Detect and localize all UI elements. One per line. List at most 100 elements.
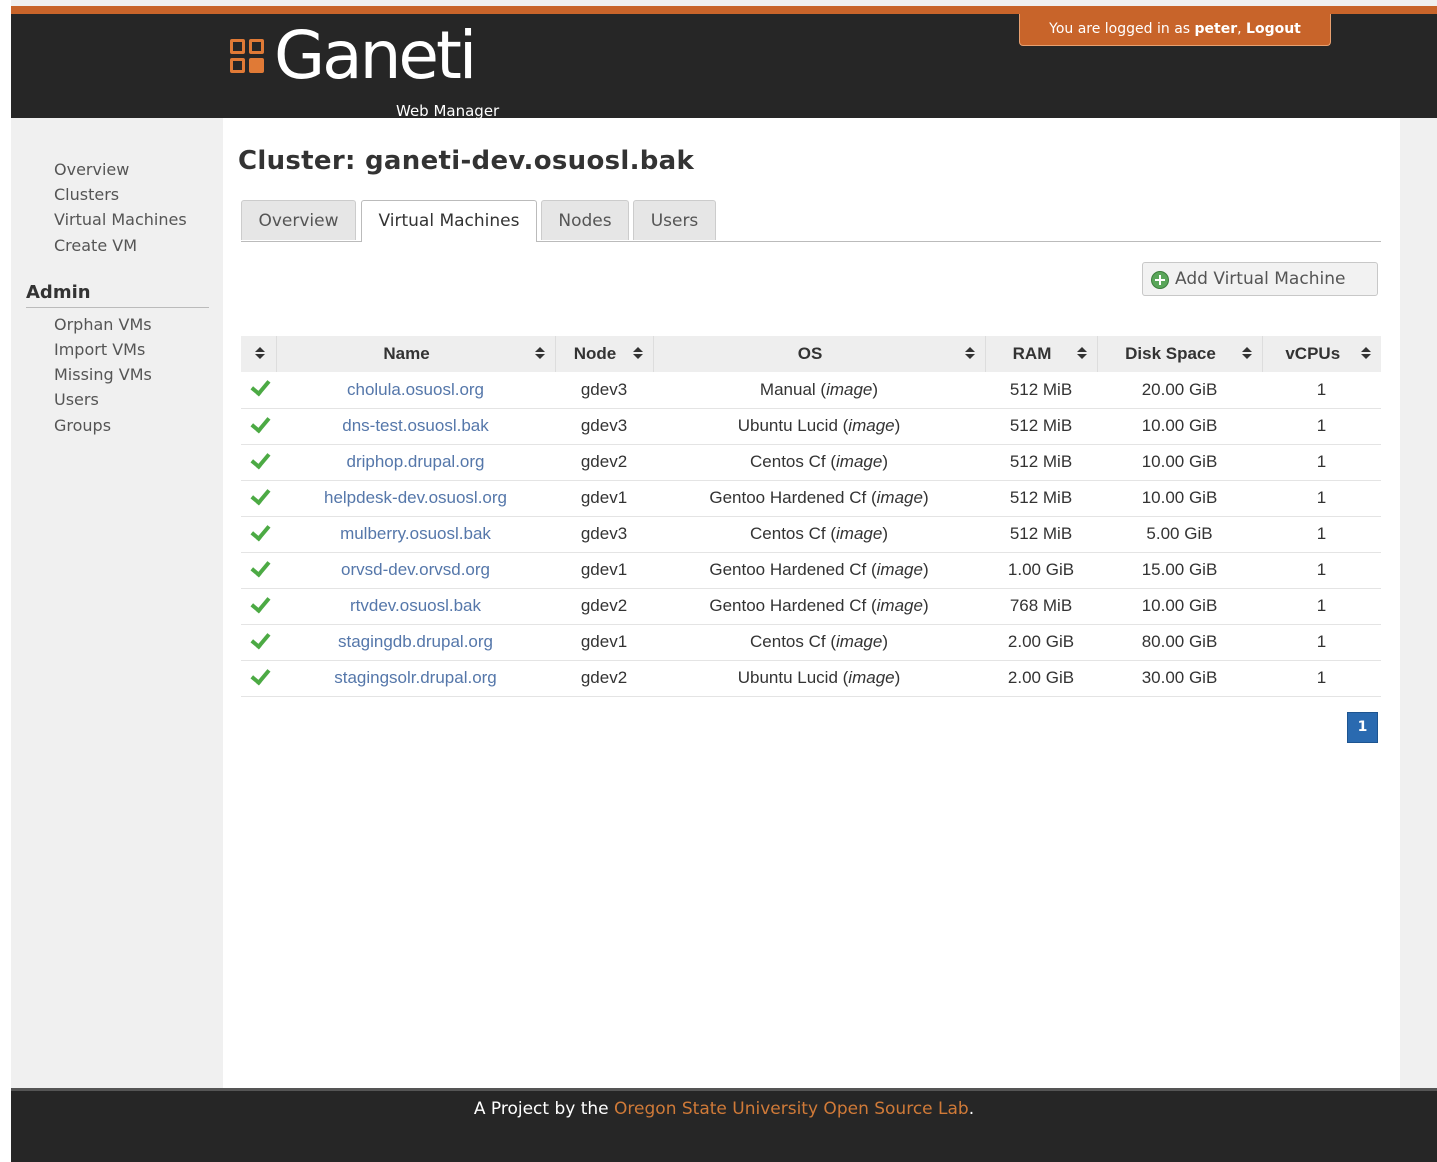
header-disk-space[interactable]: Disk Space: [1096, 336, 1262, 372]
vm-ram-cell: 512 MiB: [985, 408, 1097, 445]
add-virtual-machine-button[interactable]: Add Virtual Machine: [1142, 262, 1378, 296]
app-frame: Ganeti Web Manager You are logged in as …: [11, 0, 1437, 1162]
vm-os-cell: Gentoo Hardened Cf (image): [653, 552, 985, 589]
vm-name-cell: stagingsolr.drupal.org: [276, 660, 555, 697]
vm-os-type: image: [848, 668, 895, 687]
table-row: helpdesk-dev.osuosl.org gdev1 Gentoo Harde…: [241, 480, 1381, 517]
header-name[interactable]: Name: [275, 336, 555, 372]
table-row: dns-test.osuosl.bak gdev3 Ubuntu Lucid (im…: [241, 408, 1381, 445]
sidebar-item-users[interactable]: Users: [54, 390, 99, 409]
sidebar-item-orphan-vms[interactable]: Orphan VMs: [54, 315, 152, 334]
header-status[interactable]: [241, 336, 276, 372]
vm-os-name: Gentoo Hardened Cf: [709, 560, 867, 579]
running-check-icon: [249, 559, 269, 577]
vm-ram-cell: 512 MiB: [985, 444, 1097, 481]
tab-bar: Overview Virtual Machines Nodes Users: [241, 200, 1381, 242]
vm-name-cell: stagingdb.drupal.org: [276, 624, 555, 661]
pagination-current-page[interactable]: 1: [1347, 712, 1378, 743]
table-row: mulberry.osuosl.bak gdev3 Centos Cf (image…: [241, 516, 1381, 553]
vm-name-link[interactable]: helpdesk-dev.osuosl.org: [324, 488, 507, 507]
running-check-icon: [249, 595, 269, 613]
sidebar-item-create-vm[interactable]: Create VM: [54, 236, 137, 255]
header-node[interactable]: Node: [554, 336, 653, 372]
table-row: stagingdb.drupal.org gdev1 Centos Cf (imag…: [241, 624, 1381, 661]
vm-ram-cell: 512 MiB: [985, 480, 1097, 517]
status-cell: [241, 552, 276, 589]
vm-os-type: image: [876, 560, 923, 579]
vm-name-cell: dns-test.osuosl.bak: [276, 408, 555, 445]
vm-name-link[interactable]: dns-test.osuosl.bak: [342, 416, 488, 435]
admin-divider: [26, 307, 209, 308]
sidebar-item-import-vms[interactable]: Import VMs: [54, 340, 145, 359]
vm-node-cell: gdev2: [555, 588, 653, 625]
vm-os-name: Gentoo Hardened Cf: [709, 488, 867, 507]
tab-nodes[interactable]: Nodes: [541, 200, 629, 240]
footer-text: A Project by the Oregon State University…: [11, 1099, 1437, 1119]
sidebar-item-overview[interactable]: Overview: [54, 160, 129, 179]
status-cell: [241, 660, 276, 697]
vm-vcpus-cell: 1: [1262, 480, 1381, 517]
vm-os-cell: Gentoo Hardened Cf (image): [653, 480, 985, 517]
table-row: driphop.drupal.org gdev2 Centos Cf (image)…: [241, 444, 1381, 481]
vm-os-type: image: [836, 452, 883, 471]
sort-icon: [1076, 347, 1087, 361]
ganeti-logo[interactable]: Ganeti Web Manager: [230, 17, 520, 120]
header-ram[interactable]: RAM: [984, 336, 1097, 372]
sidebar-item-clusters[interactable]: Clusters: [54, 185, 119, 204]
vm-name-link[interactable]: rtvdev.osuosl.bak: [350, 596, 481, 615]
vm-os-cell: Centos Cf (image): [653, 444, 985, 481]
vm-os-type: image: [836, 632, 883, 651]
vm-table: Name Node OS RAM Disk Space vCPUs cholul…: [241, 336, 1381, 697]
status-cell: [241, 516, 276, 553]
vm-node-cell: gdev1: [555, 552, 653, 589]
sort-icon: [534, 347, 545, 361]
footer: A Project by the Oregon State University…: [11, 1088, 1437, 1162]
vm-name-link[interactable]: stagingdb.drupal.org: [338, 632, 493, 651]
sidebar-item-missing-vms[interactable]: Missing VMs: [54, 365, 152, 384]
sort-icon: [255, 347, 265, 361]
vm-node-cell: gdev3: [555, 408, 653, 445]
tab-virtual-machines[interactable]: Virtual Machines: [361, 200, 537, 242]
vm-node-cell: gdev2: [555, 660, 653, 697]
main-content: Cluster: ganeti-dev.osuosl.bak Overview …: [223, 118, 1400, 1088]
sidebar-item-virtual-machines[interactable]: Virtual Machines: [54, 210, 187, 229]
vm-node-cell: gdev2: [555, 444, 653, 481]
vm-name-link[interactable]: driphop.drupal.org: [347, 452, 485, 471]
vm-name-link[interactable]: mulberry.osuosl.bak: [340, 524, 491, 543]
header-label: RAM: [1012, 344, 1052, 363]
vm-os-name: Centos Cf: [750, 524, 826, 543]
login-prefix: You are logged in as: [1049, 21, 1191, 37]
footer-suffix: .: [968, 1099, 975, 1119]
vm-os-name: Gentoo Hardened Cf: [709, 596, 867, 615]
status-cell: [241, 372, 276, 409]
header: Ganeti Web Manager You are logged in as …: [11, 14, 1437, 120]
sidebar-item-groups[interactable]: Groups: [54, 416, 111, 435]
footer-prefix: A Project by the: [473, 1099, 609, 1119]
osuosl-link[interactable]: Oregon State University Open Source Lab: [614, 1099, 969, 1119]
vm-name-link[interactable]: stagingsolr.drupal.org: [334, 668, 497, 687]
vm-node-cell: gdev3: [555, 372, 653, 409]
tab-users[interactable]: Users: [633, 200, 716, 240]
vm-name-link[interactable]: cholula.osuosl.org: [347, 380, 484, 399]
vm-os-cell: Manual (image): [653, 372, 985, 409]
header-vcpus[interactable]: vCPUs: [1261, 336, 1381, 372]
status-cell: [241, 624, 276, 661]
vm-name-link[interactable]: orvsd-dev.orvsd.org: [341, 560, 490, 579]
vm-vcpus-cell: 1: [1262, 552, 1381, 589]
vm-ram-cell: 1.00 GiB: [985, 552, 1097, 589]
vm-disk-cell: 20.00 GiB: [1097, 372, 1262, 409]
header-os[interactable]: OS: [652, 336, 985, 372]
vm-disk-cell: 10.00 GiB: [1097, 444, 1262, 481]
vm-name-cell: driphop.drupal.org: [276, 444, 555, 481]
table-header-row: Name Node OS RAM Disk Space vCPUs: [241, 336, 1381, 372]
username[interactable]: peter: [1195, 21, 1238, 37]
vm-os-type: image: [876, 488, 923, 507]
tab-overview[interactable]: Overview: [241, 200, 356, 240]
vm-vcpus-cell: 1: [1262, 408, 1381, 445]
login-status: You are logged in as peter, Logout: [1019, 14, 1331, 46]
logout-link[interactable]: Logout: [1246, 21, 1301, 37]
vm-os-type: image: [876, 596, 923, 615]
vm-os-cell: Gentoo Hardened Cf (image): [653, 588, 985, 625]
status-cell: [241, 408, 276, 445]
add-virtual-machine-label: Add Virtual Machine: [1175, 269, 1346, 289]
